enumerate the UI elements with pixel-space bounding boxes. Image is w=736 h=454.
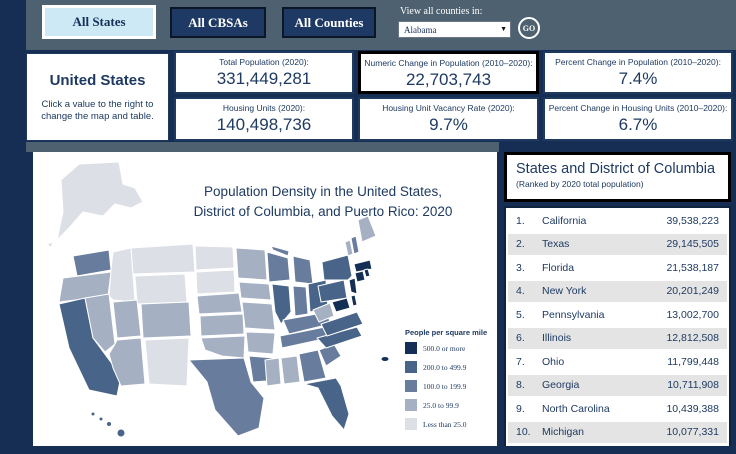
state-sc[interactable] (319, 344, 341, 366)
stat-label: Housing Units (2020): (176, 103, 352, 113)
state-al[interactable] (281, 356, 300, 384)
table-row[interactable]: 8. Georgia 10,711,908 (508, 375, 727, 396)
state-ne[interactable] (197, 293, 242, 314)
state-ks[interactable] (200, 314, 244, 336)
legend-item: 200.0 to 499.9 (405, 361, 495, 373)
stat-housing-units[interactable]: Housing Units (2020): 140,498,736 (174, 97, 354, 141)
go-button[interactable]: GO (518, 17, 540, 39)
state-me[interactable] (358, 216, 376, 242)
legend-swatch (405, 380, 417, 392)
legend-item: 25.0 to 99.9 (405, 399, 495, 411)
stat-value: 7.4% (545, 69, 731, 89)
state-nm[interactable] (145, 338, 189, 386)
map-legend: People per square mile 500.0 or more 200… (405, 328, 495, 437)
stat-value: 6.7% (545, 115, 731, 135)
ranking-title: States and District of Columbia (516, 161, 728, 177)
table-row[interactable]: 2. Texas 29,145,505 (508, 234, 727, 255)
state-co[interactable] (141, 302, 191, 338)
stat-label: Housing Unit Vacancy Rate (2020): (360, 103, 537, 113)
stat-value: 140,498,736 (176, 115, 352, 135)
state-wy[interactable] (135, 274, 187, 304)
table-row[interactable]: 7. Ohio 11,799,448 (508, 351, 727, 372)
legend-swatch (405, 361, 417, 373)
state-ak-island[interactable] (47, 242, 53, 248)
geography-title: United States (27, 72, 168, 89)
state-il[interactable] (272, 284, 291, 324)
legend-item: 100.0 to 199.9 (405, 380, 495, 392)
top-toolbar: All States All CBSAs All Counties View a… (26, 0, 736, 50)
table-row[interactable]: 5. Pennsylvania 13,002,700 (508, 304, 727, 325)
geography-info-panel: United States Click a value to the right… (26, 53, 169, 141)
legend-item: 500.0 or more (405, 342, 495, 354)
stat-value: 9.7% (360, 115, 537, 135)
divider (26, 142, 499, 152)
stat-value: 331,449,281 (176, 69, 352, 89)
state-ri[interactable] (364, 269, 370, 277)
state-ia[interactable] (239, 282, 271, 300)
state-hi-island[interactable] (91, 412, 95, 416)
state-fl[interactable] (304, 378, 349, 430)
bottom-bar (0, 446, 736, 454)
state-ak[interactable] (57, 162, 143, 240)
state-de[interactable] (351, 295, 357, 306)
table-row[interactable]: 4. New York 20,201,249 (508, 281, 727, 302)
chevron-down-icon: ▼ (500, 26, 507, 33)
ranking-list: 1. California 39,538,223 2. Texas 29,145… (504, 206, 731, 454)
table-row[interactable]: 6. Illinois 12,812,508 (508, 328, 727, 349)
legend-swatch (405, 399, 417, 411)
state-hi-island[interactable] (99, 417, 103, 421)
state-ny[interactable] (322, 255, 352, 280)
census-map-app: All States All CBSAs All Counties View a… (0, 0, 736, 454)
stat-label: Percent Change in Population (2010–2020)… (545, 57, 731, 67)
state-nd[interactable] (195, 246, 234, 270)
table-row[interactable]: 10. Michigan 10,077,331 (508, 422, 727, 443)
state-id[interactable] (109, 248, 135, 302)
ranking-subtitle: (Ranked by 2020 total population) (516, 179, 728, 189)
state-mn[interactable] (236, 248, 267, 280)
ranking-header: States and District of Columbia (Ranked … (504, 152, 731, 202)
legend-item: Less than 25.0 (405, 418, 495, 430)
stat-vacancy-rate[interactable]: Housing Unit Vacancy Rate (2020): 9.7% (358, 97, 539, 141)
stat-label: Total Population (2020): (176, 57, 352, 67)
state-ok[interactable] (201, 336, 245, 358)
state-mt[interactable] (131, 244, 195, 274)
view-counties-label: View all counties in: (400, 6, 482, 17)
stat-numeric-change-population[interactable]: Numeric Change in Population (2010–2020)… (358, 51, 539, 94)
stat-value: 22,703,743 (361, 70, 536, 90)
state-ar[interactable] (246, 332, 275, 354)
state-ms[interactable] (265, 358, 281, 386)
state-sd[interactable] (196, 270, 235, 294)
map-panel: Population Density in the United States,… (33, 152, 497, 454)
table-row[interactable]: 1. California 39,538,223 (508, 210, 727, 231)
geography-instructions: Click a value to the right to change the… (37, 99, 158, 124)
stat-total-population[interactable]: Total Population (2020): 331,449,281 (174, 51, 354, 94)
state-ut[interactable] (113, 300, 141, 338)
state-dropdown[interactable]: Alabama ▼ (398, 21, 511, 38)
legend-title: People per square mile (405, 328, 495, 337)
all-cbsas-button[interactable]: All CBSAs (170, 7, 266, 38)
table-row[interactable]: 9. North Carolina 10,439,388 (508, 398, 727, 419)
state-in[interactable] (293, 286, 308, 316)
all-counties-button[interactable]: All Counties (282, 7, 376, 38)
stat-label: Numeric Change in Population (2010–2020)… (361, 58, 536, 68)
stat-percent-change-population[interactable]: Percent Change in Population (2010–2020)… (543, 51, 733, 94)
table-row[interactable]: 3. Florida 21,538,187 (508, 257, 727, 278)
stat-percent-change-housing[interactable]: Percent Change in Housing Units (2010–20… (543, 97, 733, 141)
state-mi[interactable] (293, 256, 313, 284)
legend-swatch (405, 418, 417, 430)
state-dropdown-value: Alabama (404, 25, 436, 35)
state-mo[interactable] (242, 302, 275, 330)
state-wa[interactable] (73, 250, 111, 276)
state-ma[interactable] (354, 260, 372, 272)
state-hi[interactable] (117, 429, 125, 437)
state-hi-island[interactable] (107, 422, 112, 427)
state-nj[interactable] (349, 278, 357, 294)
legend-swatch (405, 342, 417, 354)
state-wi[interactable] (267, 252, 290, 282)
all-states-button[interactable]: All States (42, 5, 156, 39)
state-ct[interactable] (355, 271, 365, 282)
territory-pr[interactable] (381, 357, 389, 362)
stat-label: Percent Change in Housing Units (2010–20… (545, 103, 731, 113)
